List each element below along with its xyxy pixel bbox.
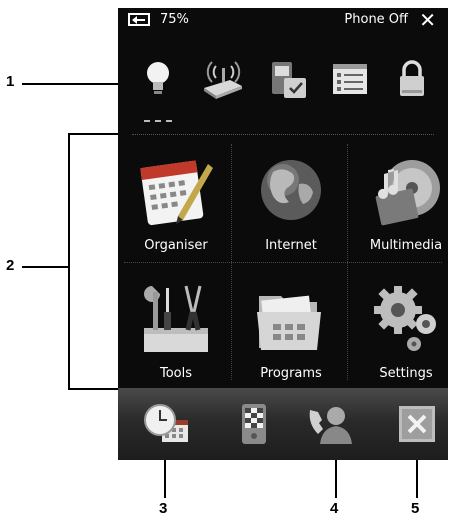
callout-3: 3 bbox=[159, 500, 168, 517]
callout-2: 2 bbox=[6, 257, 15, 274]
call-person-icon[interactable] bbox=[304, 402, 354, 446]
callout-3-line bbox=[164, 460, 166, 498]
phone-device-icon[interactable] bbox=[232, 402, 276, 446]
lock-icon[interactable] bbox=[394, 58, 430, 100]
close-box-icon[interactable] bbox=[396, 402, 438, 446]
grid-divider bbox=[124, 262, 442, 263]
tools-icon bbox=[144, 285, 208, 352]
callout-5-line bbox=[416, 460, 418, 498]
phone-status[interactable]: Phone Off bbox=[344, 12, 408, 27]
media-disc-icon bbox=[375, 160, 440, 226]
list-menu-icon[interactable] bbox=[330, 58, 370, 100]
callout-2-line bbox=[22, 266, 68, 268]
tile-label-organiser: Organiser bbox=[144, 238, 208, 253]
globe-icon bbox=[261, 160, 321, 220]
selected-indicator bbox=[144, 120, 172, 122]
tile-organiser[interactable]: Organiser bbox=[120, 138, 232, 262]
calendar-pen-icon bbox=[140, 160, 213, 226]
callout-4-line bbox=[335, 460, 337, 498]
app-grid: Organiser Internet Multimedia Tools Prog… bbox=[118, 136, 448, 388]
callout-1-line bbox=[22, 83, 132, 85]
tile-label-programs: Programs bbox=[260, 366, 322, 381]
gears-icon bbox=[374, 286, 436, 351]
tile-label-tools: Tools bbox=[159, 366, 193, 381]
tile-label-multimedia: Multimedia bbox=[369, 238, 443, 253]
status-bar: 75% Phone Off ✕ bbox=[118, 8, 448, 32]
battery-icon[interactable] bbox=[128, 13, 150, 26]
section-divider bbox=[132, 134, 434, 135]
tile-tools[interactable]: Tools bbox=[120, 266, 232, 390]
wireless-icon[interactable] bbox=[200, 58, 246, 100]
callout-4: 4 bbox=[330, 500, 339, 517]
tile-internet[interactable]: Internet bbox=[235, 138, 347, 262]
phone-screen: 75% Phone Off ✕ Organiser Internet Multi… bbox=[118, 8, 448, 460]
quick-settings-row bbox=[118, 48, 448, 138]
close-icon[interactable]: ✕ bbox=[419, 8, 436, 32]
callout-2-bracket-vertical bbox=[68, 133, 70, 390]
folder-icon bbox=[257, 295, 321, 350]
callout-1: 1 bbox=[6, 73, 15, 90]
battery-level: 75% bbox=[160, 12, 189, 27]
tile-settings[interactable]: Settings bbox=[350, 266, 448, 390]
tile-multimedia[interactable]: Multimedia bbox=[350, 138, 448, 262]
bottom-bar bbox=[118, 388, 448, 460]
tile-label-internet: Internet bbox=[265, 238, 317, 253]
tile-programs[interactable]: Programs bbox=[235, 266, 347, 390]
tile-label-settings: Settings bbox=[379, 366, 433, 381]
clock-calendar-icon[interactable] bbox=[142, 402, 190, 446]
sim-phone-icon[interactable] bbox=[268, 58, 308, 100]
lightbulb-icon[interactable] bbox=[140, 58, 176, 100]
callout-5: 5 bbox=[411, 500, 420, 517]
